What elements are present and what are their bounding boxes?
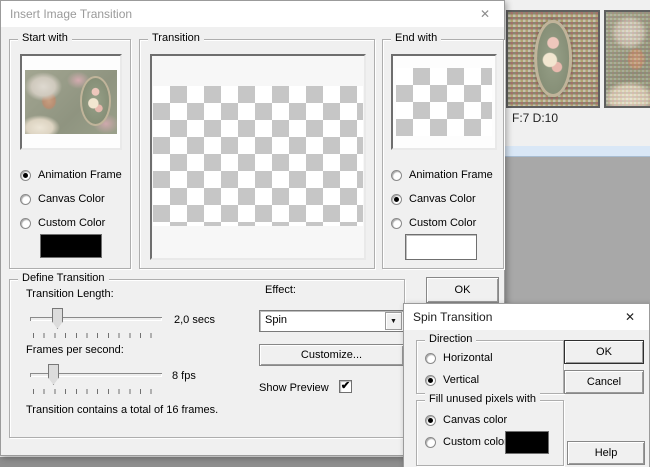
radio-icon: [425, 375, 436, 386]
end-with-group: End with Animation Frame Canvas Color Cu…: [382, 39, 504, 269]
screen: F:7 D:10 Insert Image Transition ✕ Start…: [0, 0, 650, 467]
radio-end-animation-frame[interactable]: Animation Frame: [391, 168, 493, 182]
animation-frame-thumbnail-7[interactable]: [506, 10, 600, 108]
show-preview-checkbox[interactable]: ✔: [339, 380, 352, 393]
spin-help-label: Help: [595, 447, 618, 459]
slider-thumb[interactable]: [52, 308, 63, 329]
start-custom-color-swatch[interactable]: [40, 234, 102, 258]
effect-dropdown[interactable]: Spin ▼: [259, 310, 404, 332]
transparency-checkerboard: [396, 68, 492, 136]
radio-icon: [425, 437, 436, 448]
spin-ok-label: OK: [596, 346, 612, 358]
radio-label: Canvas Color: [409, 193, 476, 205]
start-with-group: Start with Animation Frame Canvas Color …: [9, 39, 131, 269]
radio-label: Canvas Color: [38, 193, 105, 205]
start-preview-panel: [20, 54, 122, 150]
transition-label: Transition: [148, 32, 204, 44]
radio-label: Custom color: [443, 436, 508, 448]
chevron-down-icon[interactable]: ▼: [385, 312, 402, 330]
end-custom-color-swatch[interactable]: [405, 234, 477, 260]
effect-label: Effect:: [265, 284, 296, 296]
end-preview-panel: [391, 54, 497, 150]
transition-length-slider[interactable]: [30, 308, 162, 342]
start-frame-image: [25, 70, 117, 134]
spin-transition-dialog: Spin Transition ✕ Direction Horizontal V…: [403, 303, 650, 467]
animation-frame-thumbnail-next[interactable]: [604, 10, 650, 108]
spin-cancel-button[interactable]: Cancel: [564, 370, 644, 394]
end-with-label: End with: [391, 32, 441, 44]
slider-ticks: [33, 389, 160, 394]
radio-icon: [391, 218, 402, 229]
rose-medallion-image: [534, 20, 572, 97]
start-with-label: Start with: [18, 32, 72, 44]
window-edge-strip: [503, 146, 650, 157]
radio-icon: [20, 194, 31, 205]
direction-group: Direction Horizontal Vertical: [416, 340, 564, 394]
radio-icon: [391, 194, 402, 205]
radio-label: Custom Color: [409, 217, 476, 229]
radio-start-custom-color[interactable]: Custom Color: [20, 216, 105, 230]
close-icon[interactable]: ✕: [621, 309, 639, 326]
fps-value: 8 fps: [172, 370, 196, 382]
spin-ok-button[interactable]: OK: [564, 340, 644, 364]
check-icon: ✔: [340, 381, 351, 392]
transition-length-label: Transition Length:: [26, 288, 114, 300]
radio-horizontal[interactable]: Horizontal: [425, 351, 493, 365]
define-transition-label: Define Transition: [18, 272, 109, 284]
dialog-title: Spin Transition: [413, 310, 492, 324]
ok-button-label: OK: [455, 284, 471, 296]
customize-button-label: Customize...: [301, 349, 362, 361]
fill-unused-pixels-label: Fill unused pixels with: [425, 393, 540, 405]
effect-selected-value: Spin: [265, 314, 287, 326]
radio-start-canvas-color[interactable]: Canvas Color: [20, 192, 105, 206]
radio-icon: [425, 353, 436, 364]
close-icon[interactable]: ✕: [476, 6, 494, 23]
rose-medallion-image: [80, 76, 111, 126]
radio-icon: [391, 170, 402, 181]
radio-label: Canvas color: [443, 414, 507, 426]
radio-label: Custom Color: [38, 217, 105, 229]
radio-vertical[interactable]: Vertical: [425, 373, 479, 387]
transition-length-value: 2,0 secs: [174, 314, 215, 326]
dither-overlay: [606, 12, 650, 106]
radio-icon: [20, 218, 31, 229]
radio-custom-color[interactable]: Custom color: [425, 435, 508, 449]
slider-track[interactable]: [30, 317, 162, 321]
radio-start-animation-frame[interactable]: Animation Frame: [20, 168, 122, 182]
slider-thumb[interactable]: [48, 364, 59, 385]
fill-custom-color-swatch[interactable]: [505, 431, 549, 454]
fps-label: Frames per second:: [26, 344, 124, 356]
dialog-titlebar[interactable]: Spin Transition ✕: [404, 304, 649, 330]
fill-unused-pixels-group: Fill unused pixels with Canvas color Cus…: [416, 400, 564, 466]
transition-preview-panel: [150, 54, 366, 260]
show-preview-label: Show Preview: [259, 382, 329, 394]
frame-caption: F:7 D:10: [512, 111, 558, 125]
radio-end-custom-color[interactable]: Custom Color: [391, 216, 476, 230]
radio-label: Horizontal: [443, 352, 493, 364]
radio-canvas-color[interactable]: Canvas color: [425, 413, 507, 427]
ok-button[interactable]: OK: [426, 277, 499, 303]
dialog-title: Insert Image Transition: [10, 7, 132, 21]
radio-icon: [20, 170, 31, 181]
radio-label: Animation Frame: [409, 169, 493, 181]
customize-button[interactable]: Customize...: [259, 344, 404, 366]
spin-help-button[interactable]: Help: [567, 441, 645, 465]
radio-end-canvas-color[interactable]: Canvas Color: [391, 192, 476, 206]
total-frames-text: Transition contains a total of 16 frames…: [26, 404, 218, 416]
radio-label: Vertical: [443, 374, 479, 386]
radio-icon: [425, 415, 436, 426]
direction-label: Direction: [425, 333, 476, 345]
spin-cancel-label: Cancel: [587, 376, 621, 388]
radio-label: Animation Frame: [38, 169, 122, 181]
transparency-checkerboard: [153, 86, 363, 226]
slider-ticks: [33, 333, 160, 338]
fps-slider[interactable]: [30, 364, 162, 398]
transition-group: Transition: [139, 39, 375, 269]
dialog-titlebar[interactable]: Insert Image Transition ✕: [1, 1, 504, 27]
